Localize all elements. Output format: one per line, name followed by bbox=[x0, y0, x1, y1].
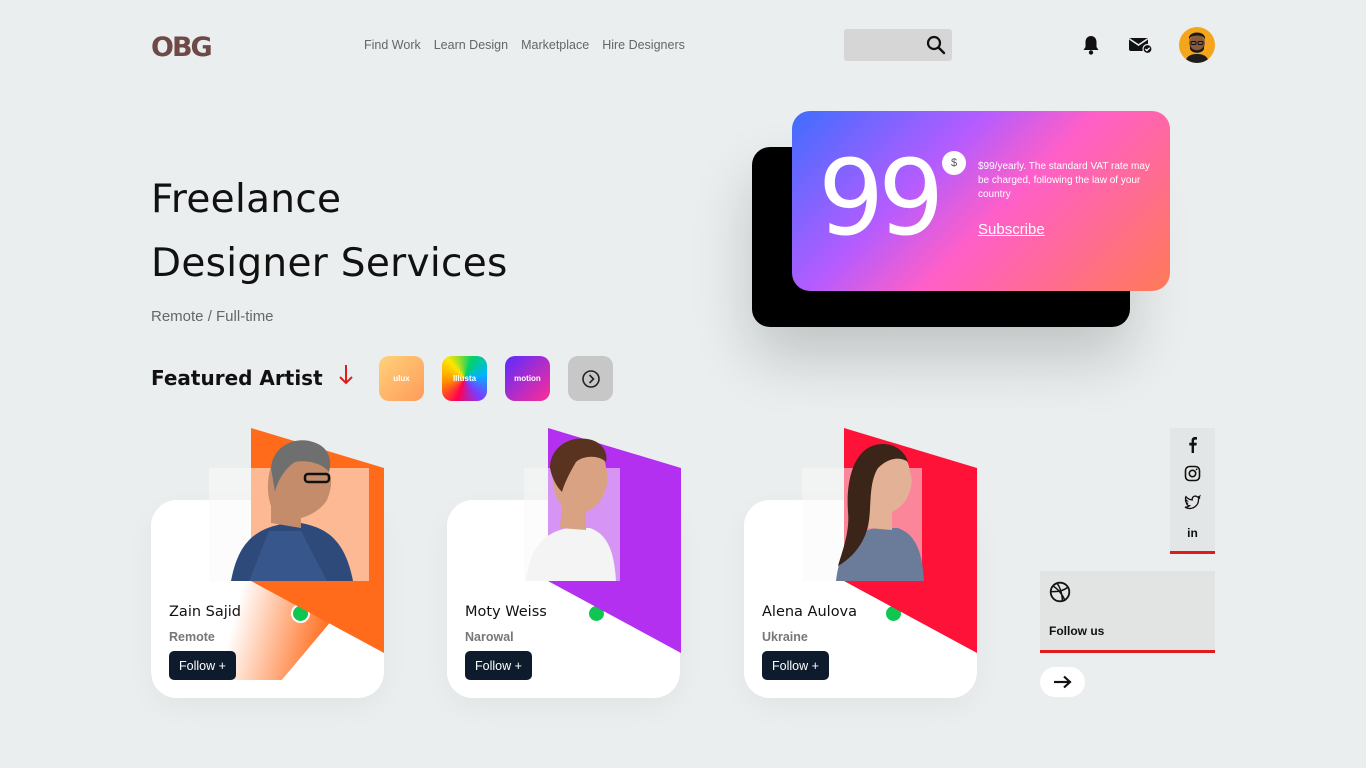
main-nav: Find Work Learn Design Marketplace Hire … bbox=[364, 38, 685, 52]
tag-ulux[interactable]: ulux bbox=[379, 356, 424, 401]
mail-icon[interactable] bbox=[1128, 36, 1153, 54]
logo[interactable]: OBG bbox=[151, 32, 213, 63]
instagram-icon[interactable] bbox=[1184, 465, 1201, 482]
facebook-icon[interactable] bbox=[1184, 436, 1201, 453]
artist-photo bbox=[802, 428, 977, 653]
page-subtitle: Remote / Full-time bbox=[151, 308, 274, 325]
follow-us-panel: Follow us bbox=[1040, 571, 1215, 653]
currency-badge: $ bbox=[942, 151, 966, 175]
nav-learn-design[interactable]: Learn Design bbox=[434, 38, 508, 52]
follow-button[interactable]: Follow + bbox=[169, 651, 236, 680]
search-input[interactable] bbox=[844, 29, 952, 61]
title-line-1: Freelance bbox=[151, 177, 342, 222]
follow-us-label: Follow us bbox=[1049, 624, 1105, 638]
tag-illusta[interactable]: Illusta bbox=[442, 356, 487, 401]
arrow-right-icon bbox=[1053, 675, 1072, 689]
nav-marketplace[interactable]: Marketplace bbox=[521, 38, 589, 52]
bell-icon[interactable] bbox=[1081, 34, 1101, 56]
tag-motion[interactable]: motion bbox=[505, 356, 550, 401]
artist-photo bbox=[524, 428, 681, 653]
nav-find-work[interactable]: Find Work bbox=[364, 38, 421, 52]
featured-artist-label: Featured Artist bbox=[151, 366, 323, 390]
artist-location: Remote bbox=[169, 630, 215, 644]
more-tags-button[interactable] bbox=[568, 356, 613, 401]
dribbble-icon[interactable] bbox=[1049, 581, 1071, 603]
social-links: in bbox=[1170, 428, 1215, 554]
price-value: 99 bbox=[818, 137, 944, 259]
linkedin-icon[interactable]: in bbox=[1184, 524, 1201, 541]
avatar[interactable] bbox=[1179, 27, 1215, 63]
page-title: Freelance Designer Services bbox=[151, 168, 508, 296]
artist-photo bbox=[209, 428, 384, 653]
artist-location: Ukraine bbox=[762, 630, 808, 644]
follow-button[interactable]: Follow + bbox=[465, 651, 532, 680]
subscribe-link[interactable]: Subscribe bbox=[978, 221, 1045, 238]
arrow-down-icon bbox=[339, 365, 353, 385]
price-description: $99/yearly. The standard VAT rate may be… bbox=[978, 161, 1150, 200]
title-line-2: Designer Services bbox=[151, 241, 508, 286]
search-icon[interactable] bbox=[926, 35, 946, 55]
nav-hire-designers[interactable]: Hire Designers bbox=[602, 38, 685, 52]
twitter-icon[interactable] bbox=[1184, 494, 1201, 511]
next-button[interactable] bbox=[1040, 667, 1085, 697]
follow-button[interactable]: Follow + bbox=[762, 651, 829, 680]
price-card: 99 $ $99/yearly. The standard VAT rate m… bbox=[792, 111, 1170, 291]
chevron-right-circle-icon bbox=[581, 369, 600, 388]
